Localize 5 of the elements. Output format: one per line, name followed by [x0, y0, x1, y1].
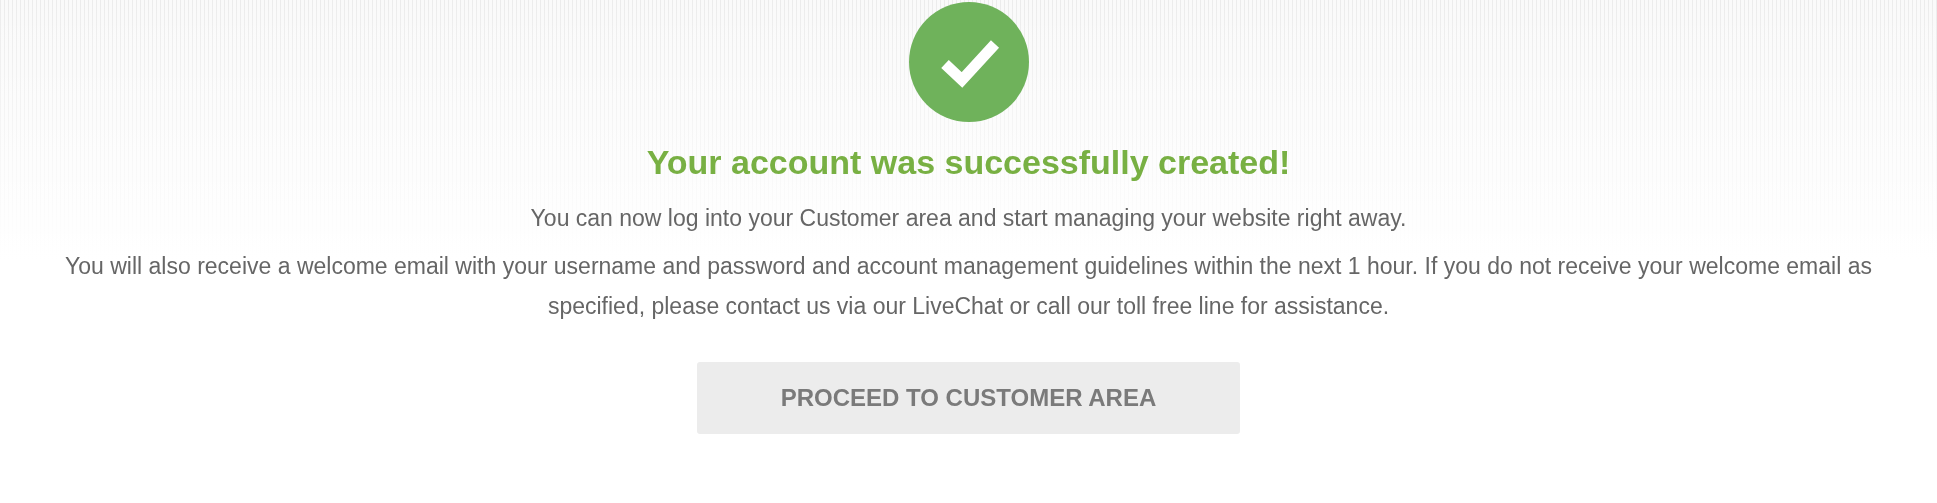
proceed-button[interactable]: PROCEED TO CUSTOMER AREA — [697, 362, 1240, 434]
welcome-email-note: You will also receive a welcome email with your username and password and account management guidelines within the next 1 hour. If you do not receive your welcome email as specified, please contact us via our LiveChat or call our toll free line for assistance. — [64, 252, 1873, 321]
success-heading: Your account was successfully created! — [646, 142, 1291, 182]
success-message: You can now log into your Customer area and start managing your website right away. — [530, 204, 1407, 233]
success-check-icon — [908, 2, 1029, 122]
